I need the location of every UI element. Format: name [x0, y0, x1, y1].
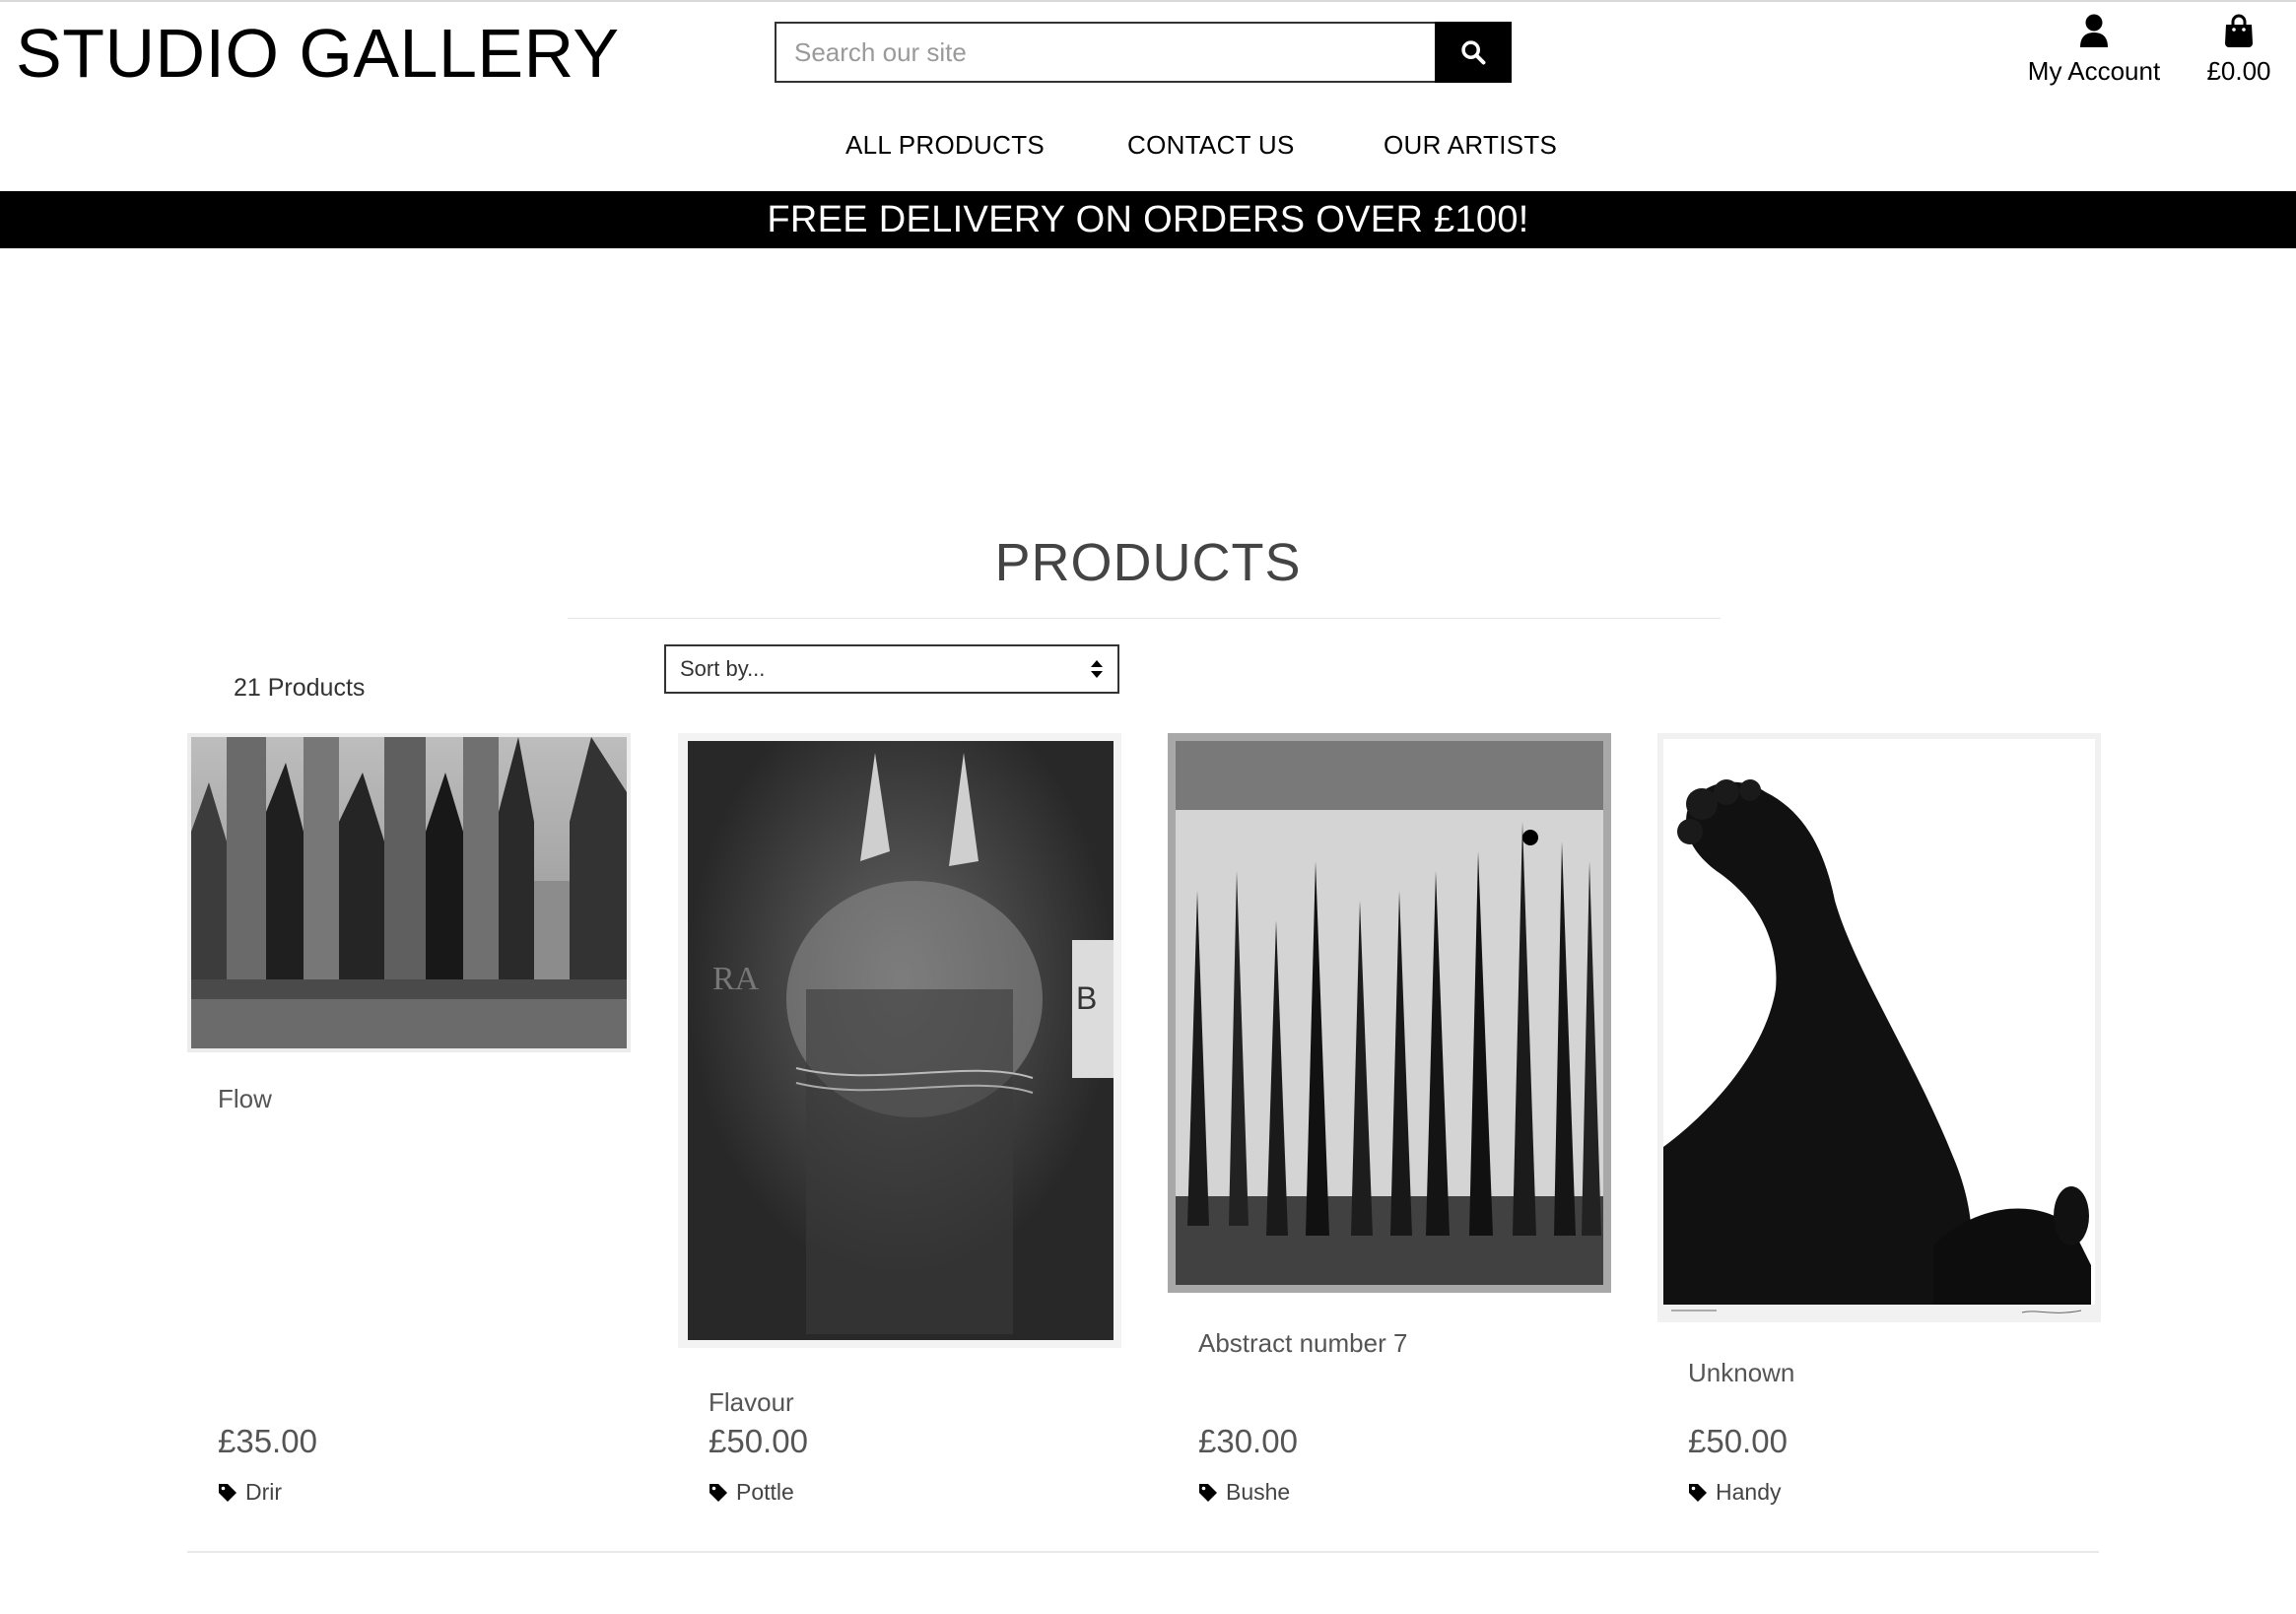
product-image-unknown[interactable]: [1657, 733, 2101, 1322]
basket-link[interactable]: £0.00: [2197, 14, 2280, 87]
product-price: £50.00: [709, 1423, 808, 1459]
product-artist[interactable]: Bushe: [1198, 1479, 1290, 1506]
product-name[interactable]: Unknown: [1688, 1358, 1794, 1388]
search-form: [775, 22, 1512, 83]
product-artist-name: Drir: [245, 1479, 283, 1505]
site-logo[interactable]: STUDIO GALLERY: [16, 14, 620, 93]
top-border: [0, 0, 2296, 2]
product-artist[interactable]: Drir: [218, 1479, 282, 1506]
section-divider: [187, 1551, 2099, 1553]
tag-icon: [1689, 1483, 1707, 1502]
main-nav: ALL PRODUCTS CONTACT US OUR ARTISTS: [0, 130, 2296, 169]
product-name[interactable]: Flavour: [709, 1387, 794, 1418]
sort-select[interactable]: Sort by...: [664, 644, 1119, 694]
sort-select-value: Sort by...: [680, 656, 766, 681]
shopping-bag-icon: [2225, 14, 2253, 47]
user-icon: [2080, 14, 2108, 47]
product-artist-name: Bushe: [1226, 1479, 1291, 1505]
search-button[interactable]: [1435, 22, 1512, 83]
product-image-flavour[interactable]: B RA: [678, 733, 1121, 1348]
nav-contact-us[interactable]: CONTACT US: [1127, 130, 1295, 161]
sort-arrows-icon: [1091, 660, 1103, 678]
search-icon: [1461, 40, 1486, 65]
my-account-link[interactable]: My Account: [2005, 14, 2183, 87]
nav-our-artists[interactable]: OUR ARTISTS: [1384, 130, 1557, 161]
tag-icon: [219, 1483, 236, 1502]
my-account-label: My Account: [2027, 56, 2161, 86]
title-divider: [568, 618, 1721, 619]
product-price: £30.00: [1198, 1423, 1298, 1459]
page-title: PRODUCTS: [994, 533, 1302, 592]
product-image-flow[interactable]: [187, 733, 631, 1052]
nav-all-products[interactable]: ALL PRODUCTS: [845, 130, 1045, 161]
product-name[interactable]: Abstract number 7: [1198, 1328, 1407, 1359]
delivery-banner: FREE DELIVERY ON ORDERS OVER £100!: [0, 191, 2296, 248]
svg-text:RA: RA: [712, 961, 760, 997]
product-artist-name: Handy: [1716, 1479, 1782, 1505]
tag-icon: [1199, 1483, 1217, 1502]
svg-text:B: B: [1076, 980, 1097, 1016]
basket-total: £0.00: [2206, 56, 2271, 86]
product-artist[interactable]: Handy: [1688, 1479, 1781, 1506]
product-name[interactable]: Flow: [218, 1084, 272, 1114]
product-artist-name: Pottle: [736, 1479, 794, 1505]
product-image-abstract-number-7[interactable]: [1168, 733, 1611, 1293]
product-price: £35.00: [218, 1423, 317, 1459]
product-price: £50.00: [1688, 1423, 1788, 1459]
product-count: 21 Products: [234, 674, 366, 702]
product-artist[interactable]: Pottle: [709, 1479, 794, 1506]
search-input[interactable]: [775, 22, 1435, 83]
tag-icon: [709, 1483, 727, 1502]
